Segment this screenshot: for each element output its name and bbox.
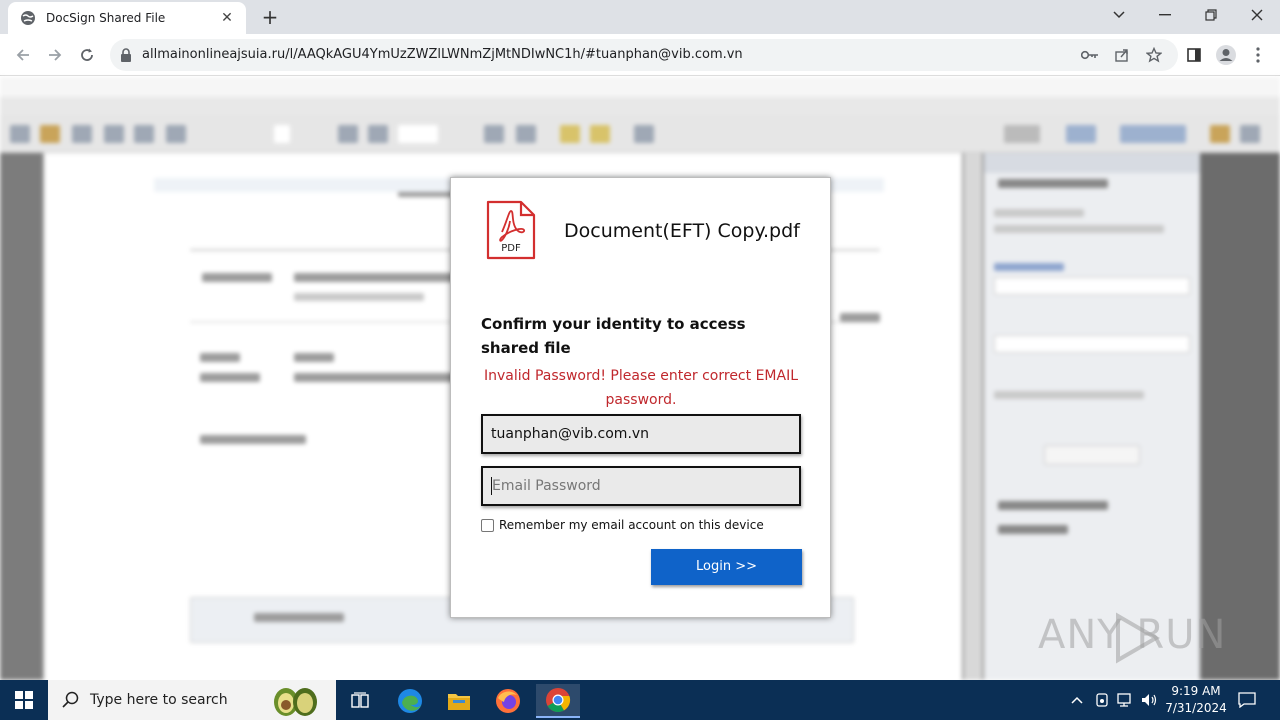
system-clock[interactable]: 9:19 AM 7/31/2024 [1160, 683, 1232, 717]
pdf-file-icon: PDF [485, 199, 537, 261]
globe-icon [20, 10, 36, 26]
tab-title: DocSign Shared File [46, 11, 166, 25]
remember-option[interactable]: Remember my email account on this device [481, 518, 764, 532]
play-icon [1116, 612, 1160, 664]
star-icon[interactable] [1144, 46, 1164, 64]
new-tab-button[interactable]: + [258, 6, 282, 28]
windows-start-icon[interactable] [0, 680, 48, 720]
background-menubar [0, 97, 1280, 115]
tab-search-icon[interactable] [1096, 0, 1142, 30]
back-icon[interactable] [10, 42, 36, 68]
edge-icon[interactable] [388, 684, 432, 718]
url-text[interactable]: allmainonlineajsuia.ru/l/AAQkAGU4YmUzZWZ… [142, 47, 743, 62]
file-explorer-icon[interactable] [437, 684, 481, 718]
avocado-icon [274, 688, 317, 716]
tray-chevron-icon[interactable] [1070, 680, 1084, 720]
dialog-heading: Confirm your identity to access shared f… [481, 315, 746, 357]
file-name: Document(EFT) Copy.pdf [564, 220, 800, 242]
search-placeholder: Type here to search [90, 692, 228, 708]
tab-close-icon[interactable]: ✕ [218, 10, 236, 26]
email-field[interactable]: tuanphan@vib.com.vn [481, 414, 801, 454]
anyrun-watermark: ANY RUN [1038, 612, 1226, 664]
sidepanel-icon[interactable] [1181, 42, 1207, 68]
task-view-icon[interactable] [338, 684, 382, 718]
forward-icon[interactable] [42, 42, 68, 68]
background-titlebar [0, 77, 1280, 97]
remember-checkbox[interactable] [481, 518, 494, 532]
lock-icon[interactable] [120, 47, 134, 63]
address-bar[interactable]: allmainonlineajsuia.ru/l/AAQkAGU4YmUzZWZ… [110, 39, 1178, 71]
browser-titlebar: DocSign Shared File ✕ + [0, 0, 1280, 34]
notifications-icon[interactable] [1238, 680, 1256, 720]
network-icon[interactable] [1116, 680, 1136, 720]
background-toolbar [0, 115, 1280, 153]
pdf-label: PDF [501, 243, 521, 254]
menu-icon[interactable] [1245, 42, 1271, 68]
search-icon [62, 691, 79, 708]
password-placeholder: Email Password [492, 478, 601, 494]
profile-icon[interactable] [1213, 42, 1239, 68]
error-message: Invalid Password! Please enter correct E… [483, 368, 798, 408]
device-icon[interactable] [1094, 680, 1110, 720]
clock-time: 9:19 AM [1171, 684, 1221, 698]
browser-tab[interactable]: DocSign Shared File ✕ [8, 2, 246, 34]
key-icon[interactable] [1080, 46, 1100, 64]
share-icon[interactable] [1112, 46, 1132, 64]
clock-date: 7/31/2024 [1165, 701, 1227, 715]
minimize-icon[interactable] [1142, 0, 1188, 30]
firefox-icon[interactable] [486, 684, 530, 718]
reload-icon[interactable] [74, 42, 100, 68]
windows-taskbar: Type here to search 9:19 AM 7/31/2024 [0, 680, 1280, 720]
close-window-icon[interactable] [1234, 0, 1280, 30]
browser-toolbar: allmainonlineajsuia.ru/l/AAQkAGU4YmUzZWZ… [0, 34, 1280, 76]
password-field[interactable]: Email Password [481, 466, 801, 506]
login-dialog: PDF Document(EFT) Copy.pdf Confirm your … [450, 177, 831, 618]
taskbar-search[interactable]: Type here to search [48, 680, 336, 720]
chrome-icon[interactable] [536, 684, 580, 718]
restore-icon[interactable] [1188, 0, 1234, 30]
volume-icon[interactable] [1140, 680, 1158, 720]
remember-label: Remember my email account on this device [499, 518, 764, 532]
login-button[interactable]: Login >> [651, 549, 802, 585]
